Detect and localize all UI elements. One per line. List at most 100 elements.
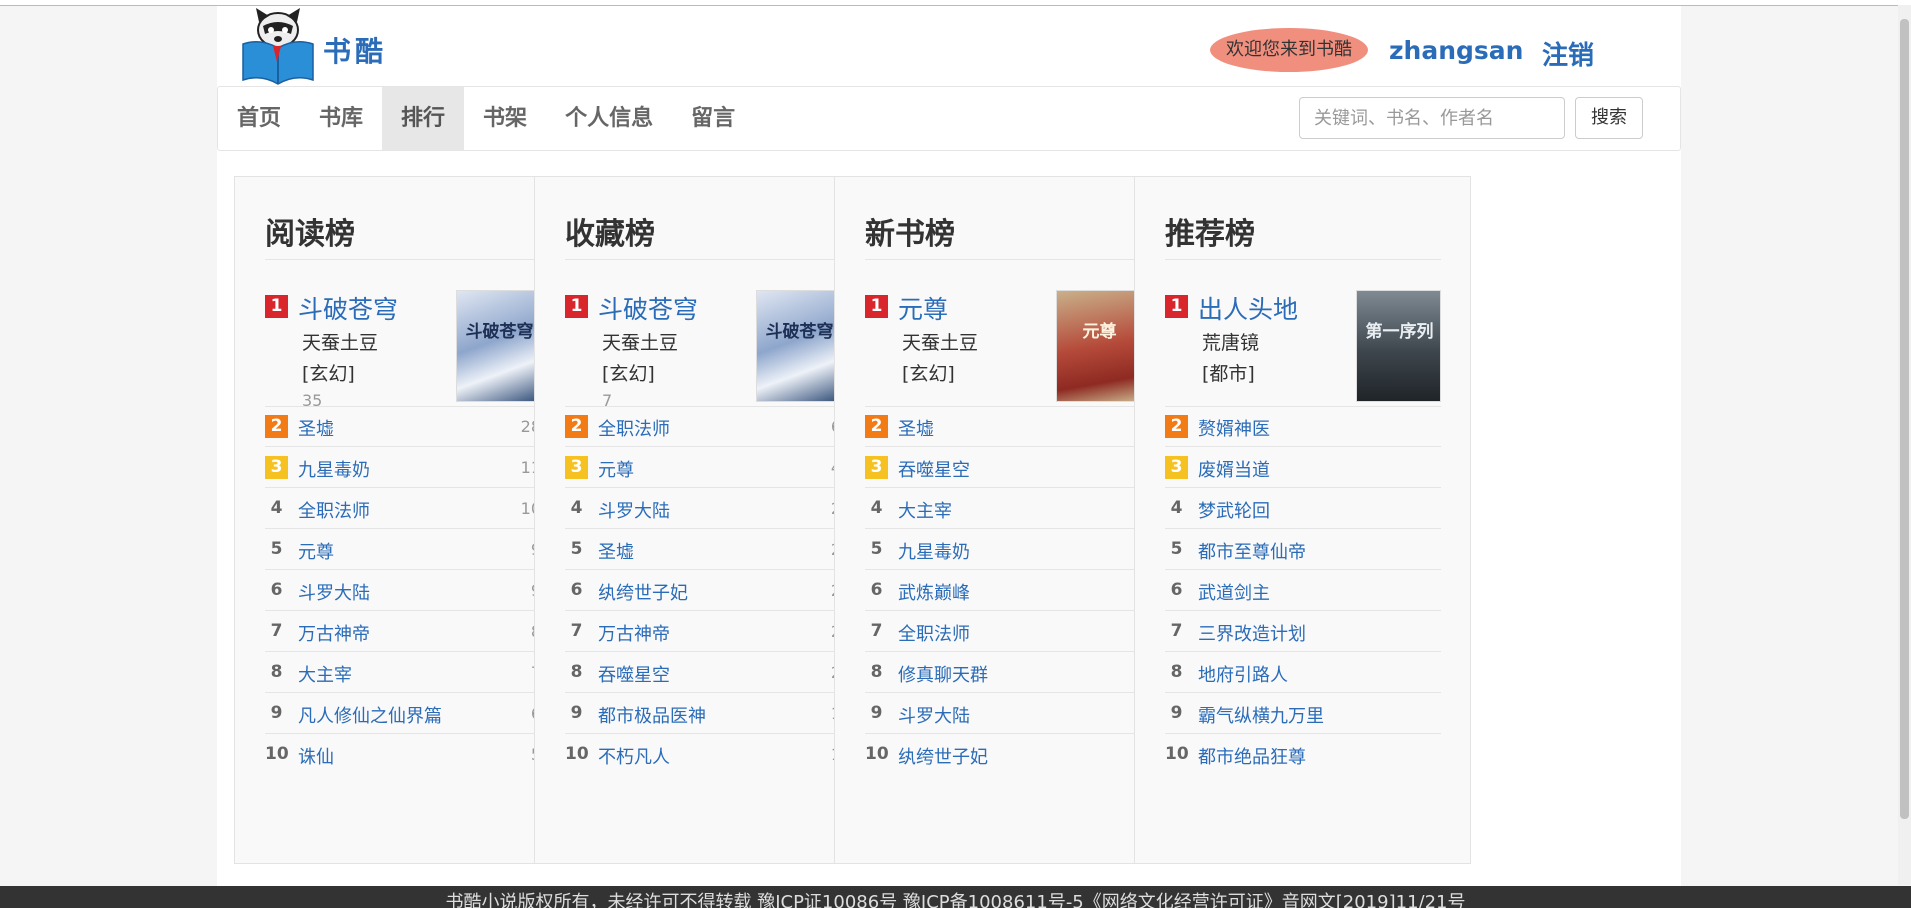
top-book-title[interactable]: 斗破苍穹 — [298, 290, 398, 326]
scrollbar-thumb[interactable] — [1900, 19, 1909, 819]
ranking-row[interactable]: 5元尊9 — [265, 529, 541, 570]
ranking-row[interactable]: 9都市极品医神1 — [565, 693, 841, 734]
ranking-row[interactable]: 9 霸气纵横九万里 — [1165, 693, 1441, 734]
ranking-row[interactable]: 7 全职法师 — [865, 611, 1141, 652]
ranking-row[interactable]: 8 地府引路人 — [1165, 652, 1441, 693]
book-cover-image[interactable]: 斗破苍穹 — [756, 290, 841, 402]
search-input[interactable] — [1299, 97, 1565, 139]
ranking-row[interactable]: 10 都市绝品狂尊 — [1165, 734, 1441, 775]
book-title-link[interactable]: 纨绔世子妃 — [598, 579, 688, 605]
ranking-row[interactable]: 8大主宰7 — [265, 652, 541, 693]
book-title-link[interactable]: 吞噬星空 — [598, 661, 670, 687]
book-title-link[interactable]: 斗罗大陆 — [898, 702, 970, 728]
ranking-row[interactable]: 6斗罗大陆9 — [265, 570, 541, 611]
ranking-row[interactable]: 8 修真聊天群 — [865, 652, 1141, 693]
top-book-entry[interactable]: 1 元尊 天蚕土豆 [玄幻] 元尊 — [865, 290, 1141, 407]
book-title-link[interactable]: 大主宰 — [298, 661, 352, 687]
top-book-entry[interactable]: 1 斗破苍穹 天蚕土豆 [玄幻] 35 斗破苍穹 — [265, 290, 541, 410]
ranking-row[interactable]: 7万古神帝2 — [565, 611, 841, 652]
username-link[interactable]: zhangsan — [1389, 36, 1523, 65]
ranking-row[interactable]: 3 废婿当道 — [1165, 447, 1441, 488]
ranking-row[interactable]: 6纨绔世子妃2 — [565, 570, 841, 611]
book-title-link[interactable]: 斗罗大陆 — [598, 497, 670, 523]
logo-icon[interactable] — [239, 8, 317, 86]
book-title-link[interactable]: 武道剑主 — [1198, 579, 1270, 605]
ranking-row[interactable]: 6 武炼巅峰 — [865, 570, 1141, 611]
top-book-category: [都市] — [1202, 363, 1255, 385]
book-title-link[interactable]: 圣墟 — [298, 415, 334, 441]
nav-item-profile[interactable]: 个人信息 — [546, 87, 672, 150]
book-cover-image[interactable]: 第一序列 — [1356, 290, 1441, 402]
book-title-link[interactable]: 都市极品医神 — [598, 702, 706, 728]
top-book-entry[interactable]: 1 出人头地 荒唐镜 [都市] 第一序列 — [1165, 290, 1441, 407]
book-title-link[interactable]: 都市绝品狂尊 — [1198, 743, 1306, 769]
ranking-row[interactable]: 4 大主宰 — [865, 488, 1141, 529]
nav-item-messages[interactable]: 留言 — [672, 87, 754, 150]
logo-text[interactable]: 书酷 — [323, 30, 387, 70]
ranking-row[interactable]: 2 圣墟 — [865, 406, 1141, 447]
top-book-title[interactable]: 出人头地 — [1198, 290, 1298, 326]
book-title-link[interactable]: 九星毒奶 — [898, 538, 970, 564]
nav-item-home[interactable]: 首页 — [218, 87, 300, 150]
ranking-row[interactable]: 7 三界改造计划 — [1165, 611, 1441, 652]
ranking-row[interactable]: 3 吞噬星空 — [865, 447, 1141, 488]
ranking-row[interactable]: 10诛仙5 — [265, 734, 541, 775]
ranking-row[interactable]: 4 梦武轮回 — [1165, 488, 1441, 529]
ranking-row[interactable]: 3元尊4 — [565, 447, 841, 488]
ranking-row[interactable]: 8吞噬星空2 — [565, 652, 841, 693]
ranking-row[interactable]: 4斗罗大陆2 — [565, 488, 841, 529]
book-title-link[interactable]: 不朽凡人 — [598, 743, 670, 769]
favorites-ranking-panel: 收藏榜1斗破苍穹天蚕土豆[玄幻]7斗破苍穹2全职法师63元尊44斗罗大陆25圣墟… — [534, 176, 871, 864]
nav-item-ranking[interactable]: 排行 — [382, 87, 465, 150]
book-title-link[interactable]: 三界改造计划 — [1198, 620, 1306, 646]
book-title-link[interactable]: 元尊 — [598, 456, 634, 482]
ranking-row[interactable]: 4 全职法师 10 — [265, 488, 541, 529]
top-book-title[interactable]: 元尊 — [898, 290, 948, 326]
book-title-link[interactable]: 凡人修仙之仙界篇 — [298, 702, 442, 728]
ranking-row[interactable]: 5 九星毒奶 — [865, 529, 1141, 570]
ranking-row[interactable]: 2全职法师6 — [565, 406, 841, 447]
book-title-link[interactable]: 全职法师 — [898, 620, 970, 646]
book-title-link[interactable]: 吞噬星空 — [898, 456, 970, 482]
ranking-row[interactable]: 5圣墟2 — [565, 529, 841, 570]
book-title-link[interactable]: 梦武轮回 — [1198, 497, 1270, 523]
book-title-link[interactable]: 赘婿神医 — [1198, 415, 1270, 441]
book-title-link[interactable]: 修真聊天群 — [898, 661, 988, 687]
book-title-link[interactable]: 霸气纵横九万里 — [1198, 702, 1324, 728]
book-title-link[interactable]: 元尊 — [298, 538, 334, 564]
book-cover-image[interactable]: 元尊 — [1056, 290, 1141, 402]
ranking-row[interactable]: 2 圣墟 28 — [265, 406, 541, 447]
ranking-row[interactable]: 10 纨绔世子妃 — [865, 734, 1141, 775]
book-cover-image[interactable]: 斗破苍穹 — [456, 290, 541, 402]
nav-item-library[interactable]: 书库 — [300, 87, 382, 150]
book-title-link[interactable]: 全职法师 — [598, 415, 670, 441]
book-title-link[interactable]: 九星毒奶 — [298, 456, 370, 482]
book-title-link[interactable]: 都市至尊仙帝 — [1198, 538, 1306, 564]
ranking-row[interactable]: 9 斗罗大陆 — [865, 693, 1141, 734]
logout-link[interactable]: 注销 — [1542, 35, 1594, 72]
ranking-row[interactable]: 9凡人修仙之仙界篇6 — [265, 693, 541, 734]
book-title-link[interactable]: 废婿当道 — [1198, 456, 1270, 482]
page-scrollbar[interactable] — [1898, 5, 1911, 885]
ranking-row[interactable]: 3 九星毒奶 11 — [265, 447, 541, 488]
book-title-link[interactable]: 全职法师 — [298, 497, 370, 523]
nav-item-bookshelf[interactable]: 书架 — [464, 87, 546, 150]
ranking-row[interactable]: 2 赘婿神医 — [1165, 406, 1441, 447]
ranking-row[interactable]: 10不朽凡人1 — [565, 734, 841, 775]
ranking-row[interactable]: 6 武道剑主 — [1165, 570, 1441, 611]
top-book-entry[interactable]: 1 斗破苍穹 天蚕土豆 [玄幻] 7 斗破苍穹 — [565, 290, 841, 410]
book-title-link[interactable]: 大主宰 — [898, 497, 952, 523]
book-title-link[interactable]: 纨绔世子妃 — [898, 743, 988, 769]
book-title-link[interactable]: 地府引路人 — [1198, 661, 1288, 687]
book-title-link[interactable]: 诛仙 — [298, 743, 334, 769]
book-title-link[interactable]: 圣墟 — [898, 415, 934, 441]
book-title-link[interactable]: 万古神帝 — [298, 620, 370, 646]
book-title-link[interactable]: 万古神帝 — [598, 620, 670, 646]
top-book-title[interactable]: 斗破苍穹 — [598, 290, 698, 326]
ranking-row[interactable]: 7万古神帝8 — [265, 611, 541, 652]
book-title-link[interactable]: 圣墟 — [598, 538, 634, 564]
book-title-link[interactable]: 斗罗大陆 — [298, 579, 370, 605]
search-button[interactable]: 搜索 — [1575, 97, 1643, 139]
book-title-link[interactable]: 武炼巅峰 — [898, 579, 970, 605]
ranking-row[interactable]: 5 都市至尊仙帝 — [1165, 529, 1441, 570]
